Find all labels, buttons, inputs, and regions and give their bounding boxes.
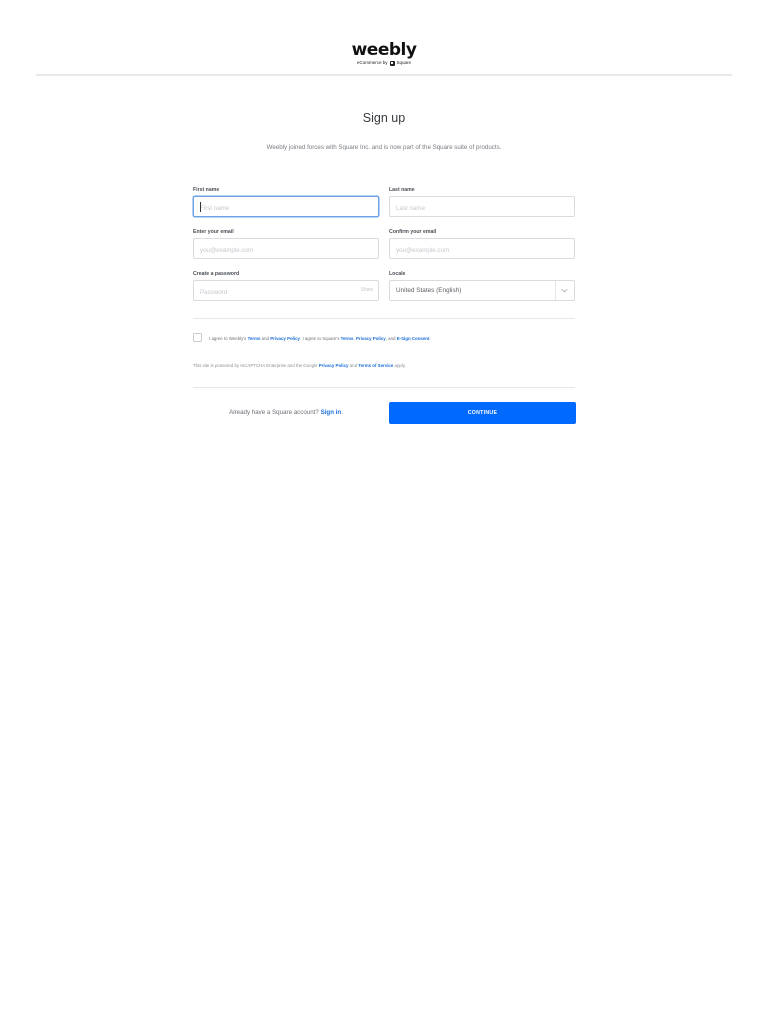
show-password-button[interactable]: Show (360, 281, 373, 300)
confirm-email-group: Confirm your email (389, 229, 575, 260)
last-name-box (389, 196, 575, 218)
first-name-box (193, 196, 379, 218)
weebly-terms-link[interactable]: Terms (248, 336, 261, 341)
continue-button[interactable]: CONTINUE (389, 402, 576, 424)
signin-prompt-end: . (341, 409, 343, 416)
logo-tagline: eCommerce by Square (0, 60, 768, 66)
signin-prompt-text: Already have a Square account? (229, 409, 321, 416)
password-box: Show (193, 280, 379, 302)
locale-select-divider (555, 281, 556, 300)
agreement-text-1: I agree to Weebly's (209, 335, 248, 341)
signin-link[interactable]: Sign in (321, 409, 342, 416)
form-divider-top (193, 318, 575, 319)
google-privacy-link[interactable]: Privacy Policy (319, 363, 349, 368)
intro-text: Weebly joined forces with Square Inc. an… (266, 144, 502, 151)
password-group: Create a password Show (193, 271, 379, 302)
square-terms-link[interactable]: Terms (341, 336, 354, 341)
square-logo-icon (389, 60, 395, 66)
confirm-email-label: Confirm your email (389, 229, 437, 235)
chevron-down-icon (561, 288, 568, 293)
text-cursor (200, 202, 201, 212)
signin-prompt: Already have a Square account? Sign in. (193, 408, 379, 417)
confirm-email-input[interactable] (390, 241, 574, 260)
agreement-text-5: , and (385, 335, 397, 341)
email-label: Enter your email (193, 229, 234, 235)
locale-select[interactable]: United States (English) (389, 280, 575, 301)
logo-tagline-brand: Square (396, 60, 412, 65)
logo-tagline-prefix: eCommerce by (356, 60, 388, 65)
password-label: Create a password (193, 271, 240, 277)
agreement-row: I agree to Weebly's Terms and Privacy Po… (193, 333, 575, 345)
locale-selected-value: United States (English) (396, 287, 462, 294)
recaptcha-text-3: apply. (393, 363, 406, 368)
page-header: weebly eCommerce by Square (0, 0, 768, 76)
confirm-email-box (389, 238, 575, 260)
first-name-label: First name (193, 187, 220, 193)
recaptcha-text-2: and (348, 363, 359, 368)
weebly-privacy-link[interactable]: Privacy Policy (270, 336, 300, 341)
locale-group: Locale United States (English) (389, 271, 575, 301)
last-name-label: Last name (389, 187, 415, 193)
esign-consent-link[interactable]: E-Sign Consent (397, 336, 430, 341)
agreement-text: I agree to Weebly's Terms and Privacy Po… (209, 335, 431, 342)
agree-checkbox[interactable] (193, 333, 202, 342)
google-terms-link[interactable]: Terms of Service (358, 363, 393, 368)
agreement-text-2: and (260, 335, 271, 341)
password-input[interactable] (194, 283, 378, 302)
header-divider (36, 74, 732, 76)
form-divider-bottom (193, 387, 575, 388)
locale-label: Locale (389, 271, 406, 277)
last-name-input[interactable] (390, 199, 574, 218)
page-title: Sign up (362, 111, 406, 125)
recaptcha-notice: This site is protected by reCAPTCHA Ente… (193, 362, 406, 369)
recaptcha-text-1: This site is protected by reCAPTCHA Ente… (193, 363, 319, 368)
weebly-logo[interactable]: weebly eCommerce by Square (0, 40, 768, 66)
square-privacy-link[interactable]: Privacy Policy (356, 336, 386, 341)
logo-wordmark: weebly (351, 40, 417, 60)
email-input[interactable] (194, 241, 378, 260)
last-name-group: Last name (389, 187, 575, 218)
email-box (193, 238, 379, 260)
agreement-text-3: . I agree to Square's (300, 335, 341, 341)
first-name-group: First name (193, 187, 379, 218)
email-group: Enter your email (193, 229, 379, 260)
first-name-input[interactable] (194, 199, 378, 218)
agreement-text-6: . (429, 335, 431, 341)
